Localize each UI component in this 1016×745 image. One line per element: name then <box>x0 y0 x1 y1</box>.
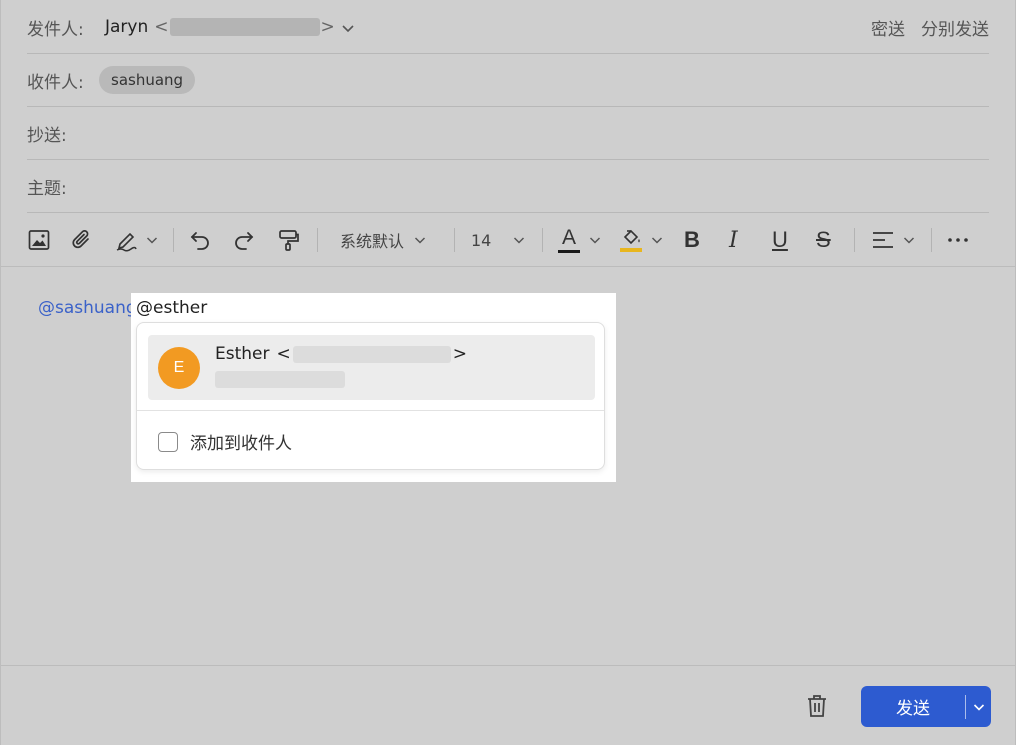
send-button[interactable]: 发送 <box>861 694 965 719</box>
to-label: 收件人: <box>27 72 84 93</box>
strikethrough-button[interactable]: S <box>816 226 831 254</box>
toolbar-divider <box>317 228 318 252</box>
align-left-icon <box>873 232 893 248</box>
suggestion-contact: Esther < > <box>215 344 467 364</box>
contact-detail-masked <box>215 371 345 388</box>
sender-email-masked <box>169 18 320 36</box>
sender-open-angle: < <box>154 17 169 37</box>
insert-image-icon[interactable] <box>27 226 51 254</box>
popup-divider <box>137 410 604 411</box>
cc-label: 抄送: <box>27 125 67 146</box>
font-family-value: 系统默认 <box>340 232 405 251</box>
toolbar-divider <box>931 228 932 252</box>
font-size-value: 14 <box>471 230 492 250</box>
sender-close-angle: > <box>320 17 335 37</box>
cc-row[interactable]: 抄送: <box>27 107 989 160</box>
toolbar-divider <box>854 228 855 252</box>
mention-typed-text[interactable]: @esther <box>136 298 207 318</box>
avatar: E <box>158 347 200 389</box>
font-color-button[interactable]: A <box>558 226 580 254</box>
bcc-link[interactable]: 密送 <box>871 15 905 40</box>
send-options-chevron-icon[interactable] <box>966 702 991 712</box>
contact-name: Esther <box>215 344 270 364</box>
header-actions: 密送 分别发送 <box>871 15 989 40</box>
italic-button[interactable]: I <box>729 226 738 254</box>
bold-button[interactable]: B <box>684 226 700 254</box>
highlight-color-button[interactable] <box>620 226 642 254</box>
sender-dropdown-chevron-icon[interactable] <box>341 18 355 37</box>
compose-footer: 发送 <box>1 665 1015 745</box>
font-size-select[interactable]: 14 <box>471 226 525 254</box>
subject-label: 主题: <box>27 178 67 199</box>
font-color-swatch <box>558 249 580 253</box>
mention-suggestion-popup: E Esther < > 添加到收件人 <box>136 322 605 470</box>
format-toolbar: 系统默认 14 A B I U S <box>1 214 1015 267</box>
highlight-color-swatch <box>620 248 642 252</box>
to-row: 收件人: sashuang <box>27 54 989 107</box>
from-row: 发件人: Jaryn < > 密送 分别发送 <box>27 1 989 54</box>
toolbar-divider <box>173 228 174 252</box>
add-to-recipients-checkbox[interactable] <box>158 431 178 452</box>
undo-icon[interactable] <box>188 226 212 254</box>
font-family-select[interactable]: 系统默认 <box>340 226 426 254</box>
more-options-icon[interactable] <box>947 226 971 254</box>
font-color-chevron-icon[interactable] <box>589 226 601 254</box>
compose-window: 发件人: Jaryn < > 密送 分别发送 收件人: sashuang 抄送:… <box>0 0 1016 745</box>
trash-icon[interactable] <box>805 693 829 723</box>
attachment-icon[interactable] <box>70 226 94 254</box>
mention-sashuang[interactable]: @sashuang <box>38 298 137 318</box>
add-to-recipients-label: 添加到收件人 <box>190 434 292 454</box>
align-button[interactable] <box>871 226 915 254</box>
recipient-chip[interactable]: sashuang <box>99 66 196 94</box>
contact-close-angle: > <box>452 344 467 364</box>
font-size-chevron-icon <box>514 237 525 244</box>
sender-name[interactable]: Jaryn <box>105 17 148 37</box>
contact-email-masked <box>292 345 451 363</box>
signature-dropdown-chevron-icon[interactable] <box>146 226 158 254</box>
suggestion-item-esther[interactable]: E Esther < > <box>148 335 595 400</box>
redo-icon[interactable] <box>232 226 256 254</box>
contact-open-angle: < <box>276 344 291 364</box>
underline-button[interactable]: U <box>772 226 788 254</box>
subject-row[interactable]: 主题: <box>27 160 989 213</box>
paint-bucket-icon <box>623 229 640 245</box>
add-to-recipients-option[interactable]: 添加到收件人 <box>158 429 292 454</box>
font-color-letter: A <box>561 225 576 249</box>
separate-send-link[interactable]: 分别发送 <box>921 15 989 40</box>
format-painter-icon[interactable] <box>276 226 300 254</box>
signature-icon[interactable] <box>114 226 140 254</box>
toolbar-divider <box>542 228 543 252</box>
toolbar-divider <box>454 228 455 252</box>
highlight-chevron-icon[interactable] <box>651 226 663 254</box>
send-button-group: 发送 <box>861 686 991 727</box>
align-chevron-icon <box>903 237 915 244</box>
from-label: 发件人: <box>27 19 84 40</box>
font-family-chevron-icon <box>414 237 426 244</box>
